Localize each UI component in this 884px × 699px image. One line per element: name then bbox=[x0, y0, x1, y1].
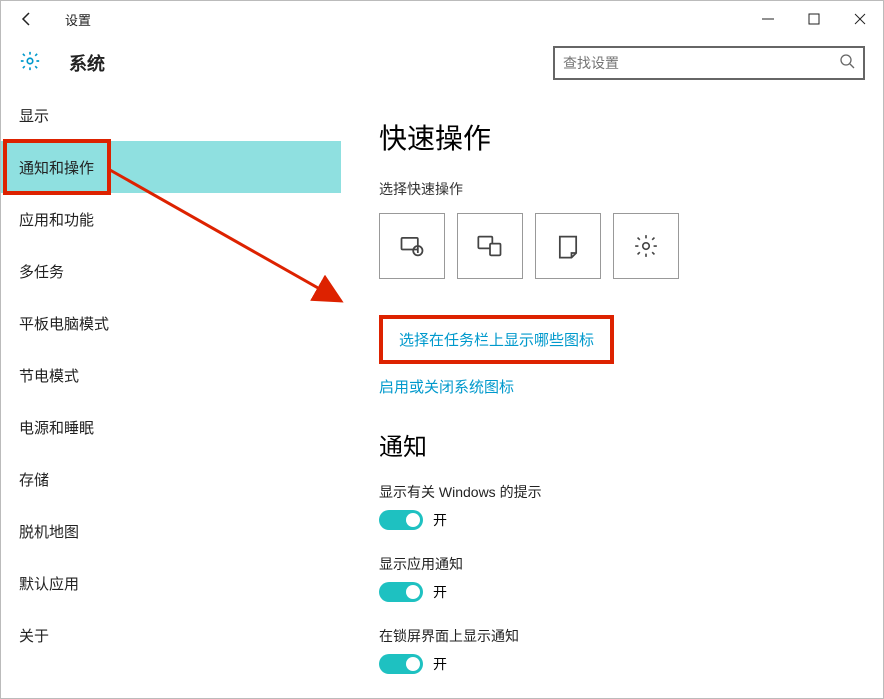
tile-connect[interactable] bbox=[457, 213, 523, 279]
sidebar[interactable]: 显示 通知和操作 应用和功能 多任务 平板电脑模式 节电模式 电源和睡眠 存储 … bbox=[1, 89, 341, 698]
sidebar-item-storage[interactable]: 存储 bbox=[1, 453, 341, 505]
sidebar-item-label: 存储 bbox=[19, 469, 49, 490]
toggle-label: 显示应用通知 bbox=[379, 554, 845, 574]
sidebar-item-apps[interactable]: 应用和功能 bbox=[1, 193, 341, 245]
sidebar-item-power[interactable]: 电源和睡眠 bbox=[1, 401, 341, 453]
toggle-state: 开 bbox=[433, 510, 447, 530]
sidebar-item-display[interactable]: 显示 bbox=[1, 89, 341, 141]
sidebar-item-multitask[interactable]: 多任务 bbox=[1, 245, 341, 297]
minimize-button[interactable] bbox=[745, 1, 791, 37]
sidebar-item-default-apps[interactable]: 默认应用 bbox=[1, 557, 341, 609]
sidebar-item-label: 多任务 bbox=[19, 261, 64, 282]
sidebar-item-label: 脱机地图 bbox=[19, 521, 79, 542]
sidebar-item-label: 显示 bbox=[19, 105, 49, 126]
sidebar-item-label: 节电模式 bbox=[19, 365, 79, 386]
app-title: 设置 bbox=[65, 10, 91, 29]
sidebar-item-label: 平板电脑模式 bbox=[19, 313, 109, 334]
toggle-state: 开 bbox=[433, 582, 447, 602]
page-section-title: 系统 bbox=[69, 50, 105, 76]
back-button[interactable] bbox=[9, 1, 45, 37]
annotation-link-box: 选择在任务栏上显示哪些图标 bbox=[379, 315, 614, 364]
toggle-lockscreen-notifications[interactable] bbox=[379, 654, 423, 674]
sidebar-item-battery[interactable]: 节电模式 bbox=[1, 349, 341, 401]
sidebar-item-label: 默认应用 bbox=[19, 573, 79, 594]
gear-icon bbox=[19, 50, 41, 77]
sidebar-item-label: 关于 bbox=[19, 625, 49, 646]
sidebar-item-label: 通知和操作 bbox=[19, 157, 94, 178]
sidebar-item-about[interactable]: 关于 bbox=[1, 609, 341, 661]
sidebar-item-label: 电源和睡眠 bbox=[19, 417, 94, 438]
link-system-icons[interactable]: 启用或关闭系统图标 bbox=[379, 376, 845, 397]
toggle-state: 开 bbox=[433, 654, 447, 674]
toggle-windows-tips[interactable] bbox=[379, 510, 423, 530]
tile-settings[interactable] bbox=[613, 213, 679, 279]
toggle-app-notifications[interactable] bbox=[379, 582, 423, 602]
toggle-label: 显示有关 Windows 的提示 bbox=[379, 482, 845, 502]
search-input[interactable] bbox=[563, 55, 839, 71]
search-box[interactable] bbox=[553, 46, 865, 80]
notifications-title: 通知 bbox=[379, 427, 845, 462]
sidebar-item-label: 应用和功能 bbox=[19, 209, 94, 230]
main-panel[interactable]: 快速操作 选择快速操作 选择在任务栏上显示哪些图标 启用或关闭系统图标 通知 显… bbox=[341, 89, 883, 698]
sidebar-item-tablet[interactable]: 平板电脑模式 bbox=[1, 297, 341, 349]
close-button[interactable] bbox=[837, 1, 883, 37]
quick-actions-title: 快速操作 bbox=[379, 117, 845, 157]
link-taskbar-icons[interactable]: 选择在任务栏上显示哪些图标 bbox=[399, 332, 594, 349]
search-icon bbox=[839, 53, 855, 74]
tile-tablet-mode[interactable] bbox=[379, 213, 445, 279]
toggle-label: 在锁屏界面上显示通知 bbox=[379, 626, 845, 646]
maximize-button[interactable] bbox=[791, 1, 837, 37]
quick-actions-subhead: 选择快速操作 bbox=[379, 179, 845, 199]
tile-note[interactable] bbox=[535, 213, 601, 279]
sidebar-item-notifications[interactable]: 通知和操作 bbox=[1, 141, 341, 193]
sidebar-item-maps[interactable]: 脱机地图 bbox=[1, 505, 341, 557]
